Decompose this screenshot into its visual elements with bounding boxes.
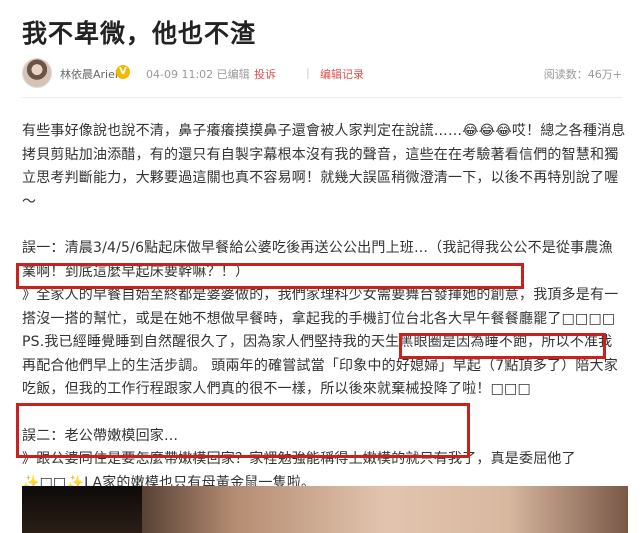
article-title: 我不卑微，他也不渣 [22, 19, 257, 48]
verified-badge-icon: V [116, 65, 130, 79]
photo-hair-shadow [22, 486, 142, 533]
author-name[interactable]: 林依晨Ariel [60, 66, 118, 82]
highlight-box [16, 403, 470, 458]
highlight-box [399, 333, 606, 359]
article-photo [22, 486, 628, 533]
paragraph-intro: 有些事好像說也說不清，鼻子癢癢摸摸鼻子還會被人家判定在說謊……😂😂😂哎！總之各種… [22, 123, 626, 210]
meta-separator: | [240, 66, 244, 79]
edit-history-link[interactable]: 编辑记录 [320, 66, 364, 82]
report-link[interactable]: 投诉 [254, 66, 276, 82]
meta-divider [22, 97, 622, 98]
meta-separator: | [306, 66, 310, 79]
post-date: 04-09 11:02 已编辑 [146, 68, 250, 81]
author-avatar[interactable] [22, 58, 52, 88]
highlight-box [16, 263, 524, 289]
article-meta: 林依晨Ariel V 04-09 11:02 已编辑 | 投诉 | 编辑记录 阅… [22, 58, 622, 88]
read-count: 阅读数：46万+ [543, 68, 622, 81]
